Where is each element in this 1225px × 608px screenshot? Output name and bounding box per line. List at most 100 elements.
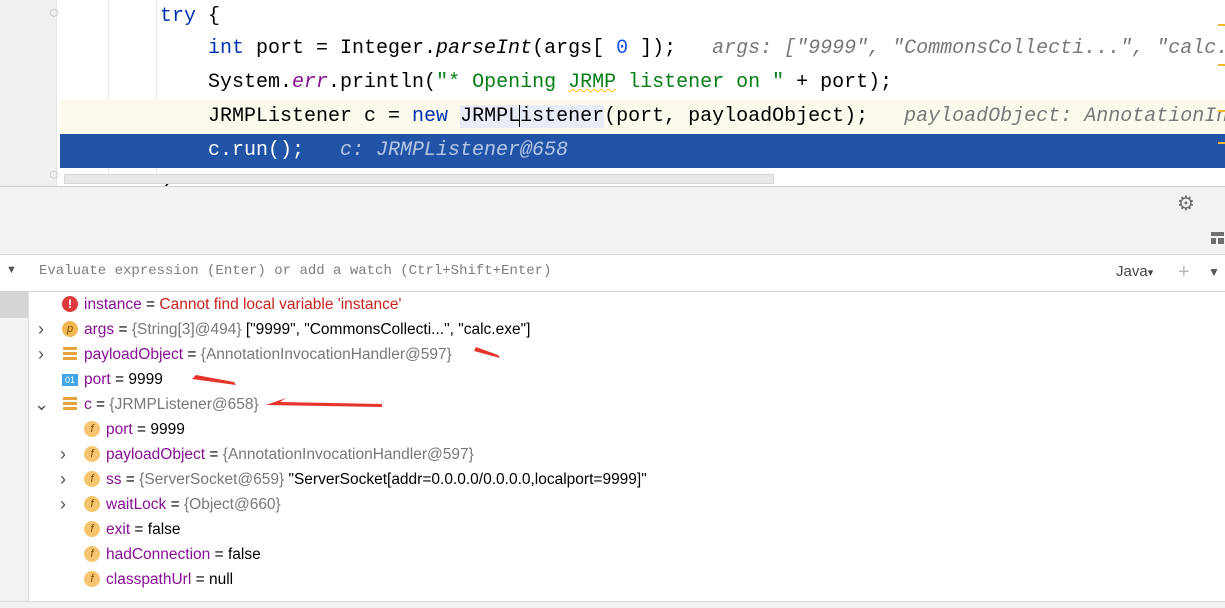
variables-side-strip — [0, 291, 29, 601]
variable-type: {AnnotationInvocationHandler@597} — [200, 346, 452, 363]
inline-debug-value: args: ["9999", "CommonsCollecti...", "ca… — [712, 37, 1225, 60]
debug-toolbar — [0, 186, 1225, 255]
gear-icon[interactable]: ⚙ — [1176, 193, 1196, 215]
code-token: "* Opening — [436, 71, 569, 94]
field-icon: f — [84, 546, 100, 562]
field-icon: f — [84, 521, 100, 537]
chevron-right-icon[interactable]: › — [56, 492, 70, 517]
chevron-right-icon[interactable]: › — [56, 442, 70, 467]
object-icon — [62, 346, 78, 362]
error-icon: ! — [62, 296, 78, 312]
variable-type: {ServerSocket@659} — [139, 471, 289, 488]
code-token: + port); — [784, 71, 893, 94]
variable-type: {Object@660} — [183, 496, 281, 513]
variable-name: payloadObject — [106, 446, 206, 463]
variable-equals: = — [191, 571, 209, 588]
variable-type: {AnnotationInvocationHandler@597} — [222, 446, 474, 463]
variable-name: hadConnection — [106, 546, 211, 563]
variable-text: waitLock = {Object@660} — [106, 492, 281, 517]
variable-equals: = — [205, 446, 223, 463]
variable-text: port = 9999 — [84, 367, 163, 392]
variable-equals: = — [183, 346, 201, 363]
field-icon: f — [84, 496, 100, 512]
variable-value: false — [147, 521, 181, 538]
variable-text: port = 9999 — [106, 417, 185, 442]
execution-point-line[interactable]: c.run(); c: JRMPListener@658 — [60, 134, 1225, 168]
variable-text: instance = Cannot find local variable 'i… — [84, 292, 401, 317]
variable-name: instance — [84, 296, 142, 313]
variable-equals: = — [121, 471, 140, 488]
field-icon: f — [84, 471, 100, 487]
variables-selection-marker — [0, 291, 28, 318]
variable-value: 9999 — [128, 371, 163, 388]
variable-equals: = — [130, 521, 148, 538]
chevron-down-icon[interactable]: ⌄ — [34, 392, 49, 417]
variable-text: c = {JRMPListener@658} — [84, 392, 259, 417]
code-line[interactable]: try { — [60, 0, 1225, 34]
code-line[interactable]: System.err.println("* Opening JRMP liste… — [60, 66, 1225, 100]
variable-value: false — [227, 546, 261, 563]
field-icon: f — [84, 571, 100, 587]
code-token: .println( — [328, 71, 437, 94]
horizontal-scrollbar[interactable] — [64, 174, 774, 184]
add-watch-icon[interactable]: + — [1178, 262, 1190, 282]
variable-name: classpathUrl — [106, 571, 192, 588]
variable-name: waitLock — [106, 496, 167, 513]
variable-value: 9999 — [150, 421, 185, 438]
code-token: c.run(); — [208, 139, 305, 162]
code-token: JRMP — [568, 71, 617, 94]
field-icon: f — [84, 421, 100, 437]
chevron-down-icon[interactable]: ▼ — [1208, 265, 1220, 279]
editor-gutter[interactable] — [0, 0, 57, 186]
language-label: Java — [1116, 263, 1148, 280]
variable-value: Cannot find local variable 'instance' — [159, 296, 402, 313]
code-token: { — [196, 5, 221, 28]
variable-name: exit — [106, 521, 131, 538]
variable-name: c — [84, 396, 92, 413]
chevron-right-icon[interactable]: › — [56, 467, 70, 492]
variable-equals: = — [110, 371, 129, 388]
parameter-icon: p — [62, 321, 78, 337]
object-icon — [62, 396, 78, 412]
chevron-down-icon[interactable]: ▼ — [6, 264, 17, 276]
variable-name: port — [84, 371, 111, 388]
variable-value: "ServerSocket[addr=0.0.0.0/0.0.0.0,local… — [288, 471, 647, 488]
inline-debug-value: payloadObject: AnnotationInvocationHandl… — [904, 105, 1225, 128]
code-token: int — [208, 37, 245, 60]
code-token: istener — [520, 105, 605, 128]
variable-name: ss — [106, 471, 122, 488]
code-line[interactable]: JRMPListener c = new JRMPListener(port, … — [60, 100, 1225, 134]
code-token: (args[ — [532, 37, 617, 60]
code-line[interactable]: int port = Integer.parseInt(args[ 0 ]); … — [60, 32, 1225, 66]
code-token: (port, payloadObject); — [604, 105, 869, 128]
chevron-right-icon[interactable]: › — [34, 317, 48, 342]
layout-icon[interactable] — [1210, 230, 1225, 246]
code-token: ]); — [628, 37, 677, 60]
variable-equals: = — [114, 321, 132, 338]
variable-text: ss = {ServerSocket@659} "ServerSocket[ad… — [106, 467, 647, 492]
error-stripe-marker[interactable] — [1218, 24, 1225, 26]
variables-tree[interactable]: ! instance = Cannot find local variable '… — [30, 291, 1225, 601]
variable-equals: = — [141, 296, 160, 313]
variable-equals: = — [166, 496, 184, 513]
variable-text: hadConnection = false — [106, 542, 261, 567]
chevron-down-icon: ▾ — [1147, 267, 1154, 279]
variable-text: payloadObject = {AnnotationInvocationHan… — [84, 342, 452, 367]
variable-text: classpathUrl = null — [106, 567, 233, 592]
variable-value: null — [208, 571, 234, 588]
code-editor[interactable]: ⬡ ⬡ try {int port = Integer.parseInt(arg… — [0, 0, 1225, 186]
inline-debug-value: c: JRMPListener@658 — [304, 139, 569, 162]
chevron-right-icon[interactable]: › — [34, 342, 48, 367]
language-select[interactable]: Java▾ — [1116, 263, 1153, 280]
variable-type: {JRMPListener@658} — [109, 396, 259, 413]
error-stripe-marker[interactable] — [1218, 110, 1225, 112]
code-token: port = Integer. — [244, 37, 437, 60]
variable-text: args = {String[3]@494} ["9999", "Commons… — [84, 317, 530, 342]
fold-marker-icon[interactable]: ⬡ — [48, 170, 60, 182]
variable-equals: = — [91, 396, 110, 413]
evaluate-expression-input[interactable] — [30, 255, 1119, 287]
fold-marker-icon[interactable]: ⬡ — [48, 8, 60, 20]
error-stripe-marker[interactable] — [1218, 142, 1225, 144]
error-stripe-marker[interactable] — [1218, 64, 1225, 66]
